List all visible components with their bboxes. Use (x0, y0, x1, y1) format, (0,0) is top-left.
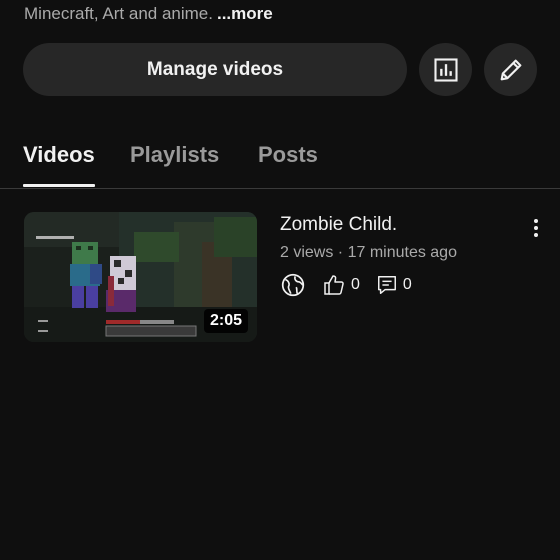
thumbs-up-icon (324, 275, 344, 295)
video-stats: 0 0 (280, 272, 428, 298)
bar-chart-icon (433, 57, 458, 82)
comment-count: 0 (376, 274, 412, 296)
video-title[interactable]: Zombie Child. (280, 214, 397, 236)
video-thumbnail[interactable]: 2:05 (24, 212, 257, 342)
channel-tabs: Videos Playlists Posts (0, 120, 560, 189)
comment-count-value: 0 (402, 276, 412, 293)
tab-videos[interactable]: Videos (23, 142, 95, 168)
like-count-value: 0 (351, 276, 360, 293)
video-options-button[interactable] (526, 216, 546, 240)
active-tab-indicator (23, 184, 95, 187)
more-link[interactable]: ...more (217, 4, 273, 23)
channel-description[interactable]: Minecraft, Art and anime. ...more (24, 4, 273, 24)
channel-page: Minecraft, Art and anime. ...more Manage … (0, 0, 560, 560)
visibility-status (280, 272, 306, 298)
comment-icon (377, 276, 396, 294)
like-count: 0 (322, 273, 360, 297)
tab-posts[interactable]: Posts (258, 142, 318, 168)
pencil-icon (500, 59, 521, 80)
manage-videos-button[interactable]: Manage videos (23, 43, 407, 96)
video-duration: 2:05 (203, 309, 248, 333)
globe-icon (281, 273, 305, 297)
video-list-item[interactable]: 2:05 Zombie Child. 2 views · 17 minutes … (0, 212, 560, 342)
analytics-button[interactable] (419, 43, 472, 96)
more-vertical-icon (534, 219, 538, 237)
description-text: Minecraft, Art and anime. (24, 4, 213, 23)
video-meta: 2 views · 17 minutes ago (280, 244, 457, 261)
tab-playlists[interactable]: Playlists (130, 142, 219, 168)
edit-button[interactable] (484, 43, 537, 96)
